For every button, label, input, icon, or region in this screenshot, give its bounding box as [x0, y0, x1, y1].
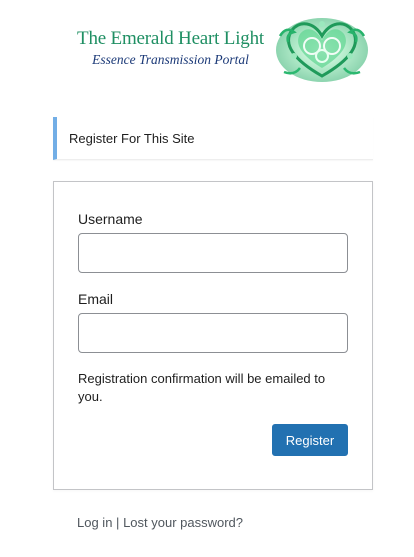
emerald-heart-swirl-icon [274, 16, 370, 84]
email-input[interactable] [78, 313, 348, 353]
nav-separator: | [116, 515, 120, 530]
logo-text: The Emerald Heart Light Essence Transmis… [68, 28, 273, 68]
site-logo[interactable]: The Emerald Heart Light Essence Transmis… [60, 12, 370, 86]
logo-title: The Emerald Heart Light [77, 28, 264, 49]
notice-text: Register For This Site [69, 130, 195, 146]
username-label: Username [78, 211, 143, 227]
login-nav: Log in | Lost your password? [77, 515, 243, 530]
username-input[interactable] [78, 233, 348, 273]
email-label: Email [78, 291, 114, 307]
registration-form: Username Email Registration confirmation… [53, 181, 373, 490]
register-notice: Register For This Site [53, 117, 373, 160]
logo-subtitle: Essence Transmission Portal [92, 52, 249, 67]
registration-confirmation-note: Registration confirmation will be emaile… [78, 371, 326, 404]
register-button[interactable]: Register [272, 424, 348, 456]
registration-page: The Emerald Heart Light Essence Transmis… [0, 0, 414, 557]
lost-password-link[interactable]: Lost your password? [123, 515, 243, 530]
login-link[interactable]: Log in [77, 515, 112, 530]
